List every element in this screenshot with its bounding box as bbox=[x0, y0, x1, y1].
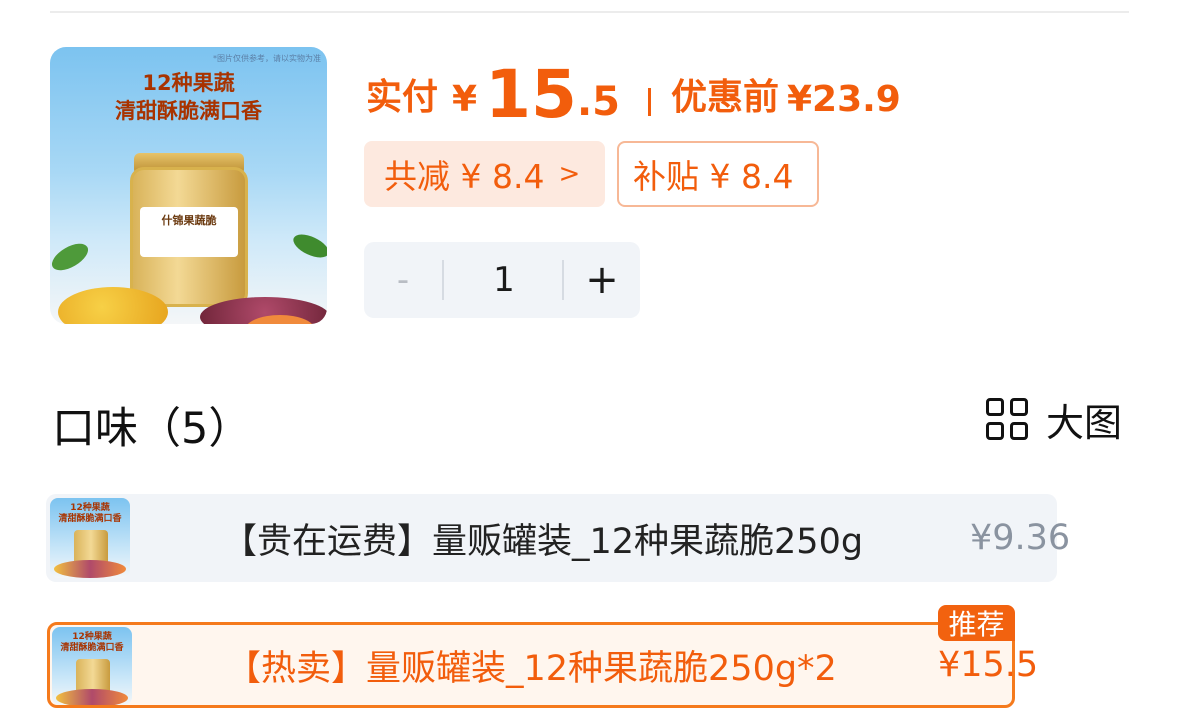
total-discount-chip[interactable]: 共减 ¥ 8.4 > bbox=[364, 141, 605, 207]
price-row: 实付 ¥ 15 .5 优惠前 ¥23.9 bbox=[366, 52, 901, 128]
quantity-value[interactable]: 1 bbox=[444, 242, 564, 318]
chevron-right-icon: > bbox=[558, 159, 581, 189]
thumbnail-text: 12种果蔬 清甜酥脆满口香 bbox=[58, 503, 122, 524]
increase-button[interactable]: + bbox=[564, 242, 640, 318]
image-headline: 12种果蔬 清甜酥脆满口香 bbox=[50, 69, 327, 125]
price-separator bbox=[647, 88, 651, 116]
image-headline-line1: 12种果蔬 bbox=[142, 71, 235, 95]
product-image[interactable]: *图片仅供参考，请以实物为准 12种果蔬 清甜酥脆满口香 什锦果蔬脆 bbox=[50, 47, 327, 324]
jar-label: 什锦果蔬脆 bbox=[140, 207, 238, 257]
decrease-button[interactable]: - bbox=[364, 242, 442, 318]
fruit-illustration bbox=[56, 689, 128, 705]
original-price: ¥23.9 bbox=[786, 79, 901, 120]
flavor-section-title: 口味（5） bbox=[52, 404, 252, 454]
option-price: ¥9.36 bbox=[970, 518, 1071, 558]
big-view-toggle[interactable]: 大图 bbox=[986, 397, 1122, 445]
flavor-option[interactable]: 12种果蔬 清甜酥脆满口香 【贵在运费】量贩罐装_12种果蔬脆250g ¥9.36 bbox=[46, 494, 1070, 582]
thumbnail-text: 12种果蔬 清甜酥脆满口香 bbox=[60, 632, 124, 653]
leaf-illustration bbox=[289, 229, 327, 263]
subsidy-label: 补贴 ¥ 8.4 bbox=[633, 157, 794, 196]
flavor-option-selected[interactable]: 12种果蔬 清甜酥脆满口香 【热卖】量贩罐装_12种果蔬脆250g*2 ¥15.5 bbox=[47, 622, 1038, 708]
pay-label: 实付 bbox=[366, 77, 439, 118]
grid-view-icon bbox=[986, 398, 1028, 440]
option-name: 【热卖】量贩罐装_12种果蔬脆250g*2 bbox=[226, 648, 837, 689]
top-divider bbox=[50, 11, 1129, 13]
currency-symbol: ¥ bbox=[452, 79, 478, 120]
pay-price-decimal: .5 bbox=[576, 79, 620, 125]
total-discount-label: 共减 ¥ 8.4 bbox=[384, 157, 545, 196]
option-thumbnail: 12种果蔬 清甜酥脆满口香 bbox=[50, 498, 130, 578]
recommended-badge: 推荐 bbox=[938, 605, 1015, 641]
image-disclaimer: *图片仅供参考，请以实物为准 bbox=[213, 54, 321, 63]
pay-price-integer: 15 bbox=[485, 56, 577, 133]
fruit-illustration bbox=[54, 560, 126, 578]
option-thumbnail: 12种果蔬 清甜酥脆满口香 bbox=[52, 627, 132, 705]
original-price-label: 优惠前 bbox=[670, 77, 779, 118]
subsidy-chip: 补贴 ¥ 8.4 bbox=[617, 141, 819, 207]
image-headline-line2: 清甜酥脆满口香 bbox=[115, 99, 262, 123]
quantity-stepper: - 1 + bbox=[364, 242, 640, 318]
leaf-illustration bbox=[50, 238, 93, 276]
option-name: 【贵在运费】量贩罐装_12种果蔬脆250g bbox=[222, 521, 864, 562]
big-view-label: 大图 bbox=[1046, 400, 1123, 445]
option-price: ¥15.5 bbox=[938, 645, 1039, 685]
